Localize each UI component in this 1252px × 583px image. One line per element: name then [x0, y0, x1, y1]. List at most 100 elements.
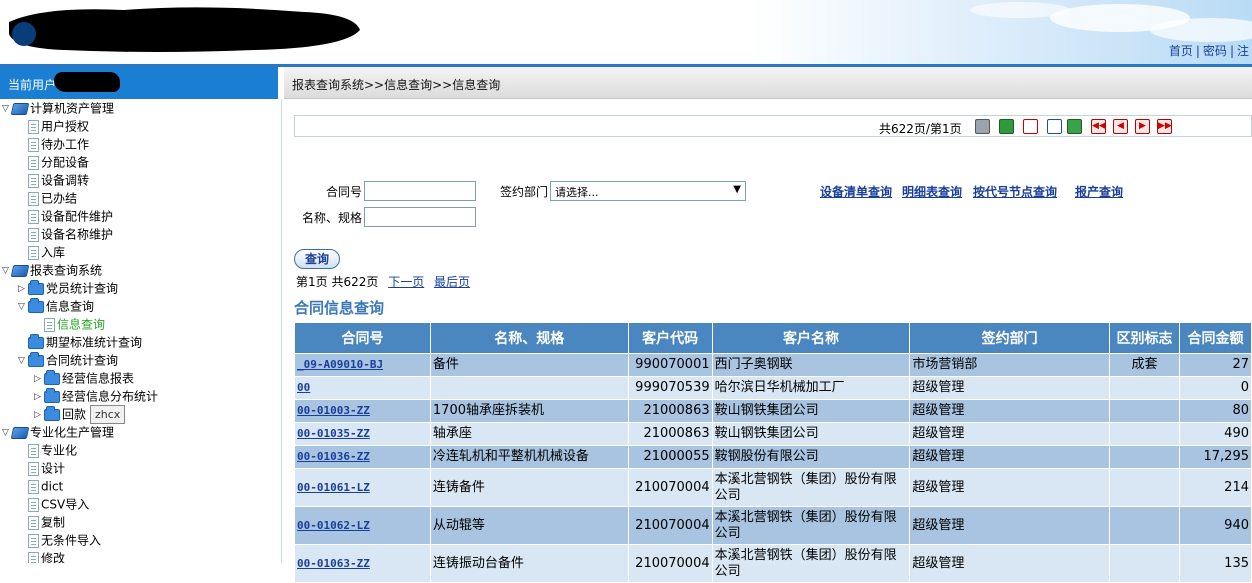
expand-right-icon[interactable]: ▷	[34, 370, 44, 388]
contract-number-link[interactable]: _09-A09010-BJ	[294, 353, 431, 377]
nav-password-link[interactable]: 密码	[1200, 42, 1230, 59]
page-icon	[28, 515, 39, 530]
name-spec-input[interactable]	[364, 207, 476, 227]
sidebar-item[interactable]: ▷ 回款	[34, 405, 86, 423]
page-icon	[28, 533, 39, 548]
pager-last-link[interactable]: 最后页	[434, 275, 470, 289]
sidebar-item[interactable]: 设备名称维护	[18, 225, 113, 243]
sidebar-item-label: 设计	[41, 461, 66, 476]
sidebar-item[interactable]: 信息查询	[34, 315, 105, 333]
sidebar-item[interactable]: 设备调转	[18, 171, 89, 189]
detail-table-query-link[interactable]: 明细表查询	[902, 183, 962, 200]
sidebar-item[interactable]: ▽ 信息查询	[18, 297, 94, 315]
contract-number-link[interactable]: 00-01062-LZ	[294, 506, 431, 545]
column-header[interactable]: 合同号	[294, 322, 431, 354]
table-row: 00-01061-LZ 连铸备件 210070004 本溪北营钢铁（集团）股份有限公司…	[294, 468, 1252, 507]
sidebar-item[interactable]: 无条件导入	[18, 531, 101, 549]
contract-number-link[interactable]: 00	[294, 376, 431, 400]
equipment-list-query-link[interactable]: 设备清单查询	[820, 183, 892, 200]
sidebar-item[interactable]: 期望标准统计查询	[18, 333, 142, 351]
sidebar-item[interactable]: ▷ 经营信息报表	[34, 369, 134, 387]
app-header: 首页 | 密码 | 注	[0, 0, 1252, 64]
expand-down-icon[interactable]: ▽	[18, 298, 28, 316]
contract-number-link[interactable]: 00-01035-ZZ	[294, 422, 431, 446]
dept-select[interactable]: 请选择... ▼	[550, 181, 746, 201]
first-page-icon[interactable]: ◀◀	[1091, 119, 1106, 134]
expand-right-icon[interactable]: ▷	[18, 280, 28, 298]
dept-select-value: 请选择...	[555, 186, 599, 199]
excel-icon[interactable]	[999, 119, 1014, 134]
contract-number-link[interactable]: 00-01036-ZZ	[294, 445, 431, 469]
sidebar-item-label: 党员统计查询	[46, 281, 119, 296]
pager-next-link[interactable]: 下一页	[388, 275, 424, 289]
table-cell	[1109, 399, 1180, 423]
sidebar-item[interactable]: 设计	[18, 459, 65, 477]
contract-number-link[interactable]: 00-01063-ZZ	[294, 544, 431, 583]
page-info: 共622页/第1页	[879, 122, 962, 136]
table-row: 00-01035-ZZ 轴承座 21000863 鞍山钢铁集团公司 超级管理 490	[294, 422, 1252, 446]
production-report-query-link[interactable]: 报产查询	[1075, 183, 1123, 200]
sidebar-item[interactable]: ▽ 报表查询系统	[2, 261, 102, 279]
sidebar-item[interactable]: ▷ 经营信息分布统计	[34, 387, 158, 405]
last-page-icon[interactable]: ▶▶	[1157, 119, 1172, 134]
table-cell: 哈尔滨日华机械加工厂	[711, 376, 911, 400]
sidebar-item[interactable]: 专业化	[18, 441, 77, 459]
sidebar-item[interactable]: dict	[18, 477, 63, 495]
sidebar-item[interactable]: 入库	[18, 243, 65, 261]
contract-input[interactable]	[364, 181, 476, 201]
name-spec-label: 名称、规格	[302, 211, 363, 225]
table-row: 00 999070539 哈尔滨日华机械加工厂 超级管理 0	[294, 376, 1252, 400]
table-cell: 214	[1179, 468, 1252, 507]
sidebar-item-label: 待办工作	[41, 137, 90, 152]
prev-page-icon[interactable]: ◀	[1113, 119, 1128, 134]
expand-right-icon[interactable]: ▷	[34, 406, 44, 424]
sidebar-item-label: 经营信息报表	[62, 371, 135, 386]
export-icon[interactable]	[1067, 119, 1082, 134]
expand-down-icon[interactable]: ▽	[18, 352, 28, 370]
sidebar-item-label: 无条件导入	[41, 533, 102, 548]
column-header[interactable]: 名称、规格	[429, 322, 629, 354]
sidebar-item[interactable]: 已办结	[18, 189, 77, 207]
nav-home-link[interactable]: 首页	[1166, 42, 1196, 59]
sidebar-item[interactable]: ▽ 专业化生产管理	[2, 423, 114, 441]
pager-total: 共622页	[331, 275, 379, 289]
column-header[interactable]: 客户名称	[711, 322, 911, 354]
sidebar-item[interactable]: 分配设备	[18, 153, 89, 171]
contract-number-link[interactable]: 00-01061-LZ	[294, 468, 431, 507]
sidebar-item[interactable]: 用户授权	[18, 117, 89, 135]
expand-down-icon[interactable]: ▽	[2, 100, 12, 118]
expand-down-icon[interactable]: ▽	[2, 424, 12, 442]
sidebar-item[interactable]: CSV导入	[18, 495, 89, 513]
node-code-query-link[interactable]: 按代号节点查询	[973, 183, 1057, 200]
print-icon[interactable]	[975, 119, 990, 134]
sidebar-item[interactable]: ▽ 合同统计查询	[18, 351, 118, 369]
table-cell	[429, 376, 629, 400]
column-header[interactable]: 客户代码	[627, 322, 713, 354]
query-button[interactable]: 查询	[294, 249, 340, 269]
main-content: 报表查询系统>>信息查询>>信息查询 共622页/第1页 ◀◀ ◀ ▶ ▶▶ 合…	[284, 67, 1252, 583]
sidebar-item[interactable]: ▽ 计算机资产管理	[2, 99, 114, 117]
word-icon[interactable]	[1047, 119, 1062, 134]
next-page-icon[interactable]: ▶	[1135, 119, 1150, 134]
column-header[interactable]: 合同金额	[1179, 322, 1252, 354]
table-header-row: 合同号 名称、规格 客户代码 客户名称 签约部门 区别标志 合同金额	[294, 322, 1252, 354]
pdf-icon[interactable]	[1023, 119, 1038, 134]
column-header[interactable]: 签约部门	[909, 322, 1111, 354]
table-cell: 西门子奥钢联	[711, 353, 911, 377]
table-cell: 990070001	[627, 353, 713, 377]
page-icon	[28, 497, 39, 512]
sidebar-item[interactable]: 修改	[18, 549, 65, 563]
page-icon	[44, 317, 55, 332]
table-cell: 冷连轧机和平整机机械设备	[429, 445, 629, 469]
contract-number-link[interactable]: 00-01003-ZZ	[294, 399, 431, 423]
expand-right-icon[interactable]: ▷	[34, 388, 44, 406]
sidebar-item[interactable]: ▷ 党员统计查询	[18, 279, 118, 297]
sidebar-item-label: dict	[41, 479, 64, 494]
sidebar-item[interactable]: 复制	[18, 513, 65, 531]
sidebar-item[interactable]: 待办工作	[18, 135, 89, 153]
sidebar-item[interactable]: 设备配件维护	[18, 207, 113, 225]
column-header[interactable]: 区别标志	[1109, 322, 1180, 354]
table-cell	[1109, 422, 1180, 446]
nav-logout-link[interactable]: 注	[1234, 42, 1252, 59]
expand-down-icon[interactable]: ▽	[2, 262, 12, 280]
